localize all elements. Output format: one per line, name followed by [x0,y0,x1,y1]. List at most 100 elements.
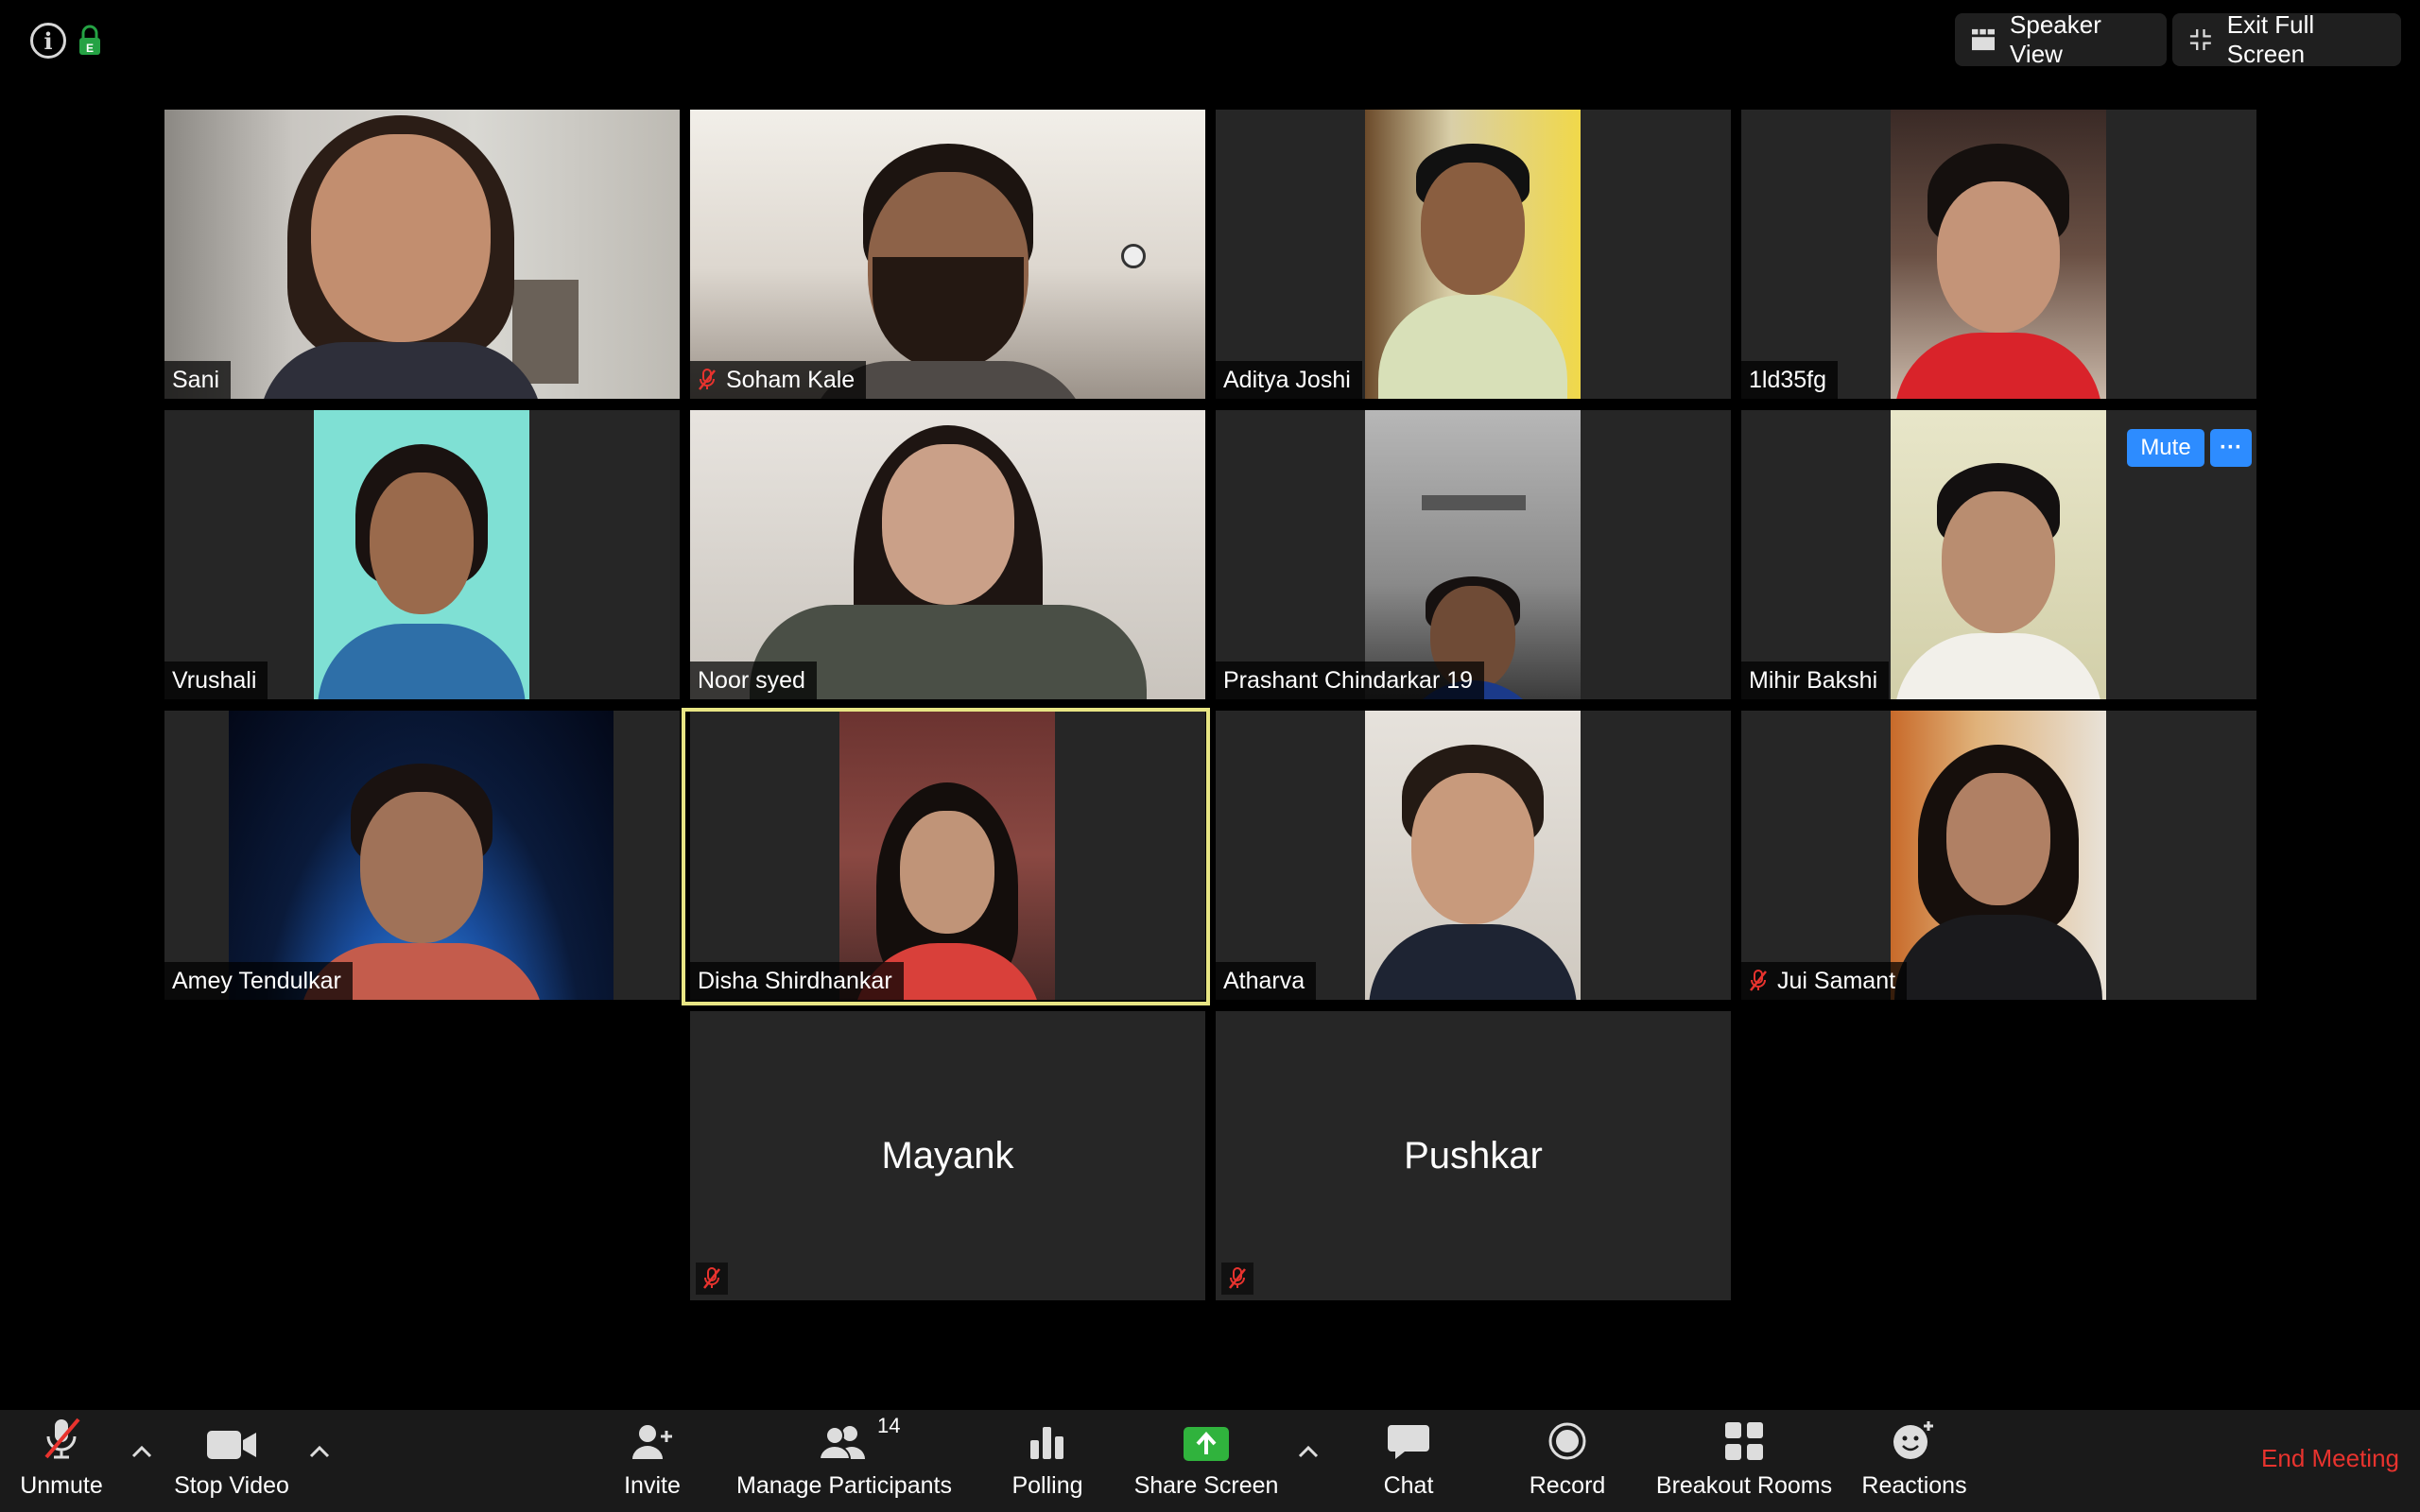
participant-name-tag: Sani [164,361,232,399]
chat-button[interactable]: Chat [1361,1410,1456,1512]
breakout-rooms-grid-icon [1725,1422,1763,1460]
background-fixture [1422,495,1526,510]
reactions-button[interactable]: Reactions [1858,1410,1970,1512]
polling-label: Polling [1011,1472,1083,1499]
share-options-chevron-up-icon[interactable] [1289,1433,1327,1470]
participant-tile-aditya-joshi[interactable]: Aditya Joshi [1216,110,1731,399]
video-feed [164,110,680,399]
mute-participant-button[interactable]: Mute [2127,429,2204,467]
video-feed [314,410,529,699]
participant-figure [1894,745,2102,1000]
chat-label: Chat [1383,1472,1434,1499]
participant-tile-sani[interactable]: Sani [164,110,680,399]
mic-muted-icon [699,369,716,390]
participant-name-tag: Aditya Joshi [1216,361,1362,399]
participant-tile-vrushali[interactable]: Vrushali [164,410,680,699]
add-person-icon [632,1425,672,1459]
video-feed [1365,410,1581,699]
video-feed [1891,410,2106,699]
participant-name: Sani [172,366,220,393]
participant-figure [259,115,543,399]
participant-tile-prashant-chindarkar-19[interactable]: Prashant Chindarkar 19 [1216,410,1731,699]
participant-tile-soham-kale[interactable]: Soham Kale [690,110,1205,399]
participant-tile-noor-syed[interactable]: Noor syed [690,410,1205,699]
participant-name: Noor syed [698,666,805,694]
info-icon[interactable]: i [30,23,66,59]
breakout-rooms-button[interactable]: Breakout Rooms [1654,1410,1834,1512]
participant-name: Soham Kale [726,366,856,393]
participant-tile-amey-tendulkar[interactable]: Amey Tendulkar [164,711,680,1000]
participant-tile-pushkar[interactable]: Pushkar [1216,1011,1731,1300]
participant-name-tag: Prashant Chindarkar 19 [1216,662,1485,699]
wall-clock [1121,244,1146,268]
meeting-toolbar: Unmute Stop Video Invite 14 Manage Parti… [0,1410,2420,1512]
participant-name-tag: Soham Kale [690,361,867,399]
breakout-rooms-label: Breakout Rooms [1655,1472,1833,1499]
exit-full-screen-icon [2189,29,2211,50]
participant-name-tag: Noor syed [690,662,817,699]
video-feed [1891,110,2106,399]
invite-button[interactable]: Invite [605,1410,700,1512]
video-feed [1365,711,1581,1000]
participant-name: Prashant Chindarkar 19 [1223,666,1474,694]
invite-label: Invite [624,1472,681,1499]
record-label: Record [1529,1472,1606,1499]
end-meeting-button[interactable]: End Meeting [2261,1444,2399,1473]
record-button[interactable]: Record [1520,1410,1615,1512]
stop-video-button[interactable]: Stop Video [165,1410,298,1512]
participant-figure [318,444,526,699]
participant-tile-mayank[interactable]: Mayank [690,1011,1205,1300]
participant-tile-disha-shirdhankar[interactable]: Disha Shirdhankar [690,711,1205,1000]
participant-name-tag: Mihir Bakshi [1741,662,1890,699]
manage-participants-button[interactable]: 14 Manage Participants [736,1410,952,1512]
polling-bar-chart-icon [1030,1427,1063,1459]
speaker-view-label: Speaker View [2010,10,2101,68]
reactions-label: Reactions [1861,1472,1967,1499]
speaker-view-button[interactable]: Speaker View [1955,10,2167,68]
participant-tile-mihir-bakshi[interactable]: Mihir Bakshi Mute ··· [1741,410,2256,699]
participant-name-tag: Jui Samant [1741,962,1908,1000]
participant-name: Vrushali [172,666,257,694]
more-options-button[interactable]: ··· [2210,429,2252,467]
participant-tile-jui-samant[interactable]: Jui Samant [1741,711,2256,1000]
participant-figure [749,425,1147,699]
polling-button[interactable]: Polling [1000,1410,1095,1512]
audio-options-chevron-up-icon[interactable] [123,1433,161,1470]
exit-full-screen-label: Exit Full Screen [2226,10,2315,68]
top-bar: i E Speaker View Exit Full Screen [0,0,2420,79]
participant-name-tag: Atharva [1216,962,1317,1000]
participant-tile-atharva[interactable]: Atharva [1216,711,1731,1000]
participant-name: Mayank [881,1134,1014,1177]
exit-full-screen-button[interactable]: Exit Full Screen [2172,10,2401,68]
video-options-chevron-up-icon[interactable] [301,1433,338,1470]
svg-text:E: E [86,42,94,55]
video-camera-icon [207,1431,256,1459]
reactions-smiley-icon [1893,1421,1933,1459]
mic-muted-icon [1750,970,1767,991]
video-feed [690,110,1205,399]
participant-count: 14 [877,1414,901,1437]
participant-figure [1894,144,2102,399]
microphone-muted-icon [44,1418,80,1459]
participant-name: Mihir Bakshi [1749,666,1878,694]
record-icon [1548,1422,1586,1460]
participant-name: Amey Tendulkar [172,967,341,994]
encryption-lock-icon[interactable]: E [78,25,102,57]
mic-muted-icon [696,1263,728,1295]
mic-muted-icon [1221,1263,1253,1295]
chat-bubble-icon [1388,1425,1429,1459]
participant-figure [1369,745,1577,1000]
participant-name-tag: Disha Shirdhankar [690,962,904,1000]
share-screen-label: Share Screen [1133,1472,1279,1499]
manage-participants-label: Manage Participants [736,1472,952,1499]
participant-name: Atharva [1223,967,1305,994]
share-screen-button[interactable]: Share Screen [1131,1410,1282,1512]
speaker-view-icon [1972,28,1996,51]
participant-name-tag: 1ld35fg [1741,361,1839,399]
video-feed [839,711,1055,1000]
unmute-button[interactable]: Unmute [9,1410,113,1512]
video-feed [229,711,614,1000]
participant-name-tag: Amey Tendulkar [164,962,353,1000]
video-feed [1365,110,1581,399]
participant-tile-1ld35fg[interactable]: 1ld35fg [1741,110,2256,399]
